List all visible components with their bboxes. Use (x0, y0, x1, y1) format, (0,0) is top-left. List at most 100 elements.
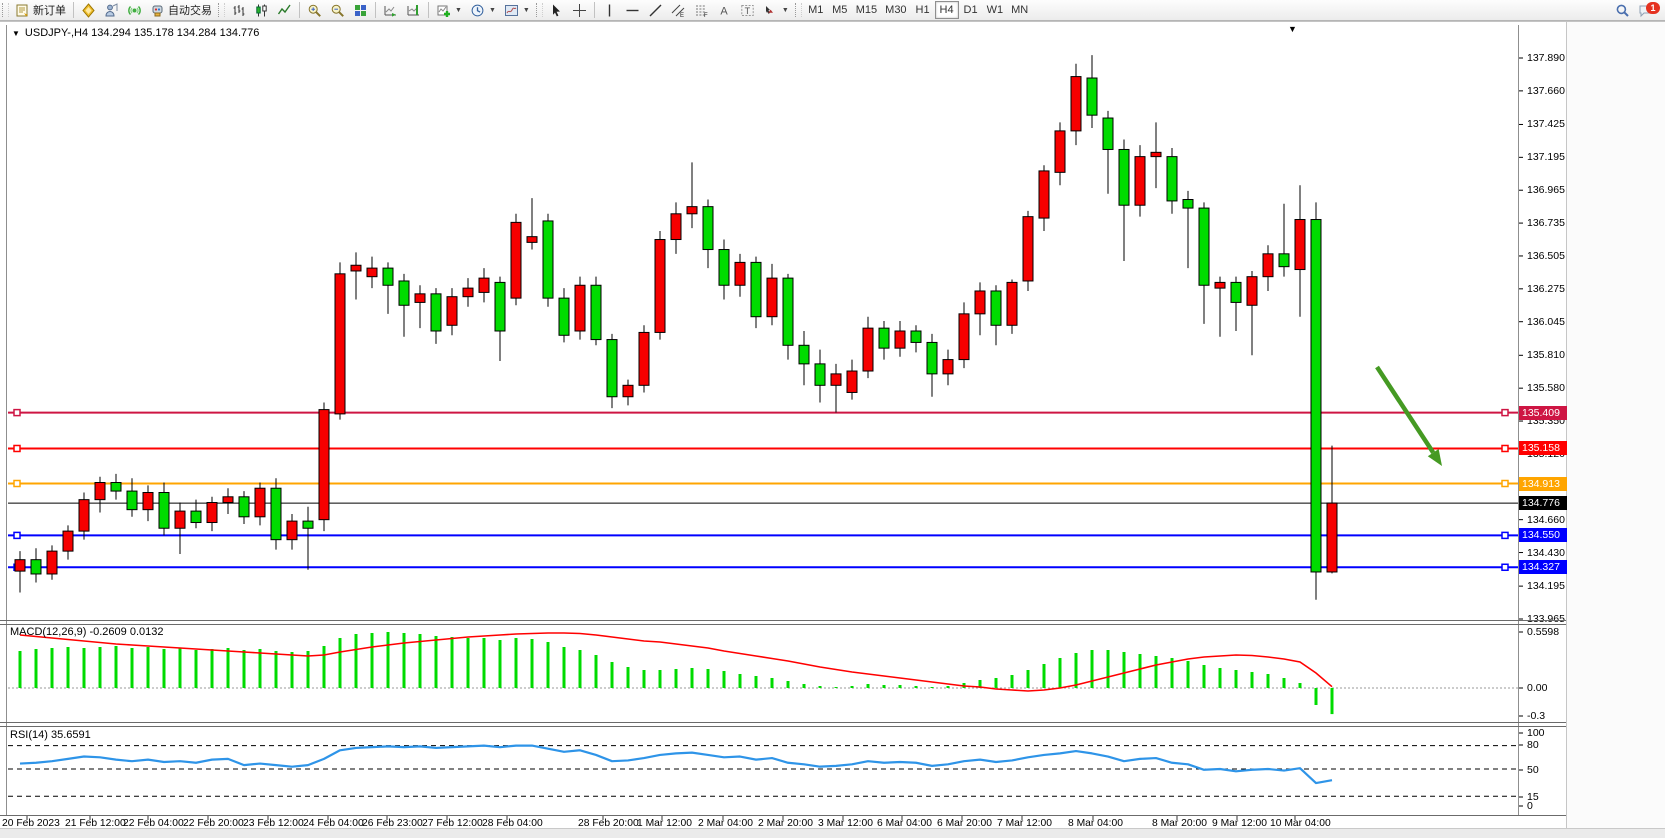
price-axis-label: 135.580 (1527, 382, 1565, 394)
candle (255, 488, 265, 517)
candle (159, 493, 169, 529)
line-handle[interactable] (1502, 481, 1508, 487)
chart-shift-marker-icon[interactable]: ▼ (1288, 24, 1297, 34)
line-handle[interactable] (1502, 410, 1508, 416)
candle (495, 282, 505, 331)
search-button[interactable] (1611, 1, 1634, 19)
line-handle[interactable] (1502, 564, 1508, 570)
tab-timeframe-H1[interactable]: H1 (911, 1, 935, 19)
text-tool-button[interactable]: A (713, 1, 736, 19)
indicators-icon (436, 3, 451, 18)
bar-chart-button[interactable] (227, 1, 250, 19)
candle (591, 285, 601, 339)
chart-shift-icon (406, 3, 421, 18)
pane-splitter[interactable] (0, 620, 1566, 621)
candlestick-button[interactable] (250, 1, 273, 19)
tab-timeframe-D1[interactable]: D1 (959, 1, 983, 19)
toolbar-separator (375, 2, 376, 18)
price-tag-134.327: 134.327 (1519, 560, 1567, 574)
candle (703, 207, 713, 250)
tab-timeframe-M1[interactable]: M1 (804, 1, 828, 19)
svg-text:F: F (704, 13, 708, 18)
window-divider (0, 21, 1665, 22)
candle (223, 497, 233, 503)
cursor-tool-button[interactable] (545, 1, 568, 19)
trendline-tool-button[interactable] (644, 1, 667, 19)
tab-timeframe-M15[interactable]: M15 (852, 1, 881, 19)
zoom-out-button[interactable] (326, 1, 349, 19)
new-order-button[interactable]: 新订单 (11, 1, 70, 19)
auto-trading-button[interactable]: 自动交易 (146, 1, 216, 19)
candle (239, 497, 249, 517)
price-axis-label: 136.505 (1527, 250, 1565, 262)
chevron-down-icon: ▼ (489, 7, 496, 14)
fibonacci-tool-button[interactable]: F (690, 1, 713, 19)
equidistant-channel-tool-button[interactable]: E (667, 1, 690, 19)
candle (511, 222, 521, 298)
candle (303, 521, 313, 528)
time-axis-label: 9 Mar 12:00 (1212, 818, 1267, 829)
candle (1151, 152, 1161, 156)
templates-icon (504, 3, 519, 18)
crosshair-tool-button[interactable] (568, 1, 591, 19)
candle (575, 285, 585, 331)
candle (719, 250, 729, 286)
line-handle[interactable] (1502, 445, 1508, 451)
time-axis-label: 6 Mar 20:00 (937, 818, 992, 829)
price-axis-label: 136.275 (1527, 283, 1565, 295)
arrows-tool-button[interactable]: ▼ (759, 1, 793, 19)
horizontal-line-tool-button[interactable] (621, 1, 644, 19)
candle (1215, 282, 1225, 288)
candle (783, 278, 793, 345)
time-axis-label: 8 Mar 20:00 (1152, 818, 1207, 829)
candle (559, 298, 569, 335)
price-axis-label: 135.810 (1527, 349, 1565, 361)
collapse-triangle-icon[interactable]: ▼ (12, 29, 20, 38)
line-handle[interactable] (1502, 532, 1508, 538)
market-watch-button[interactable] (100, 1, 123, 19)
periods-button[interactable]: ▼ (466, 1, 500, 19)
toolbar-separator (299, 2, 300, 18)
line-chart-button[interactable] (273, 1, 296, 19)
text-label-tool-button[interactable]: T (736, 1, 759, 19)
pane-splitter[interactable] (0, 726, 1566, 727)
pane-splitter[interactable] (0, 722, 1566, 723)
tab-timeframe-W1[interactable]: W1 (983, 1, 1008, 19)
candle (1055, 131, 1065, 172)
profiles-button[interactable] (77, 1, 100, 19)
tab-timeframe-MN[interactable]: MN (1007, 1, 1032, 19)
annotation-arrow-shaft[interactable] (1377, 367, 1433, 453)
text-label-icon: T (740, 3, 755, 18)
time-axis-label: 20 Feb 2023 (2, 818, 60, 829)
indicators-button[interactable]: ▼ (432, 1, 466, 19)
templates-button[interactable]: ▼ (500, 1, 534, 19)
vertical-line-tool-button[interactable] (598, 1, 621, 19)
auto-scroll-button[interactable] (379, 1, 402, 19)
chart-right-border (1518, 25, 1519, 815)
zoom-in-button[interactable] (303, 1, 326, 19)
toolbar-grip (218, 3, 225, 17)
signals-button[interactable] (123, 1, 146, 19)
time-axis-label: 8 Mar 04:00 (1068, 818, 1123, 829)
candle (831, 374, 841, 385)
chat-button[interactable]: 1 (1634, 1, 1657, 19)
line-handle[interactable] (14, 532, 20, 538)
line-handle[interactable] (14, 481, 20, 487)
candle (463, 288, 473, 297)
chart-shift-button[interactable] (402, 1, 425, 19)
tab-timeframe-M30[interactable]: M30 (881, 1, 910, 19)
candle (1311, 220, 1321, 572)
candle (1007, 282, 1017, 325)
pane-splitter[interactable] (0, 624, 1566, 625)
tab-timeframe-H4[interactable]: H4 (935, 1, 959, 19)
time-axis-label: 10 Mar 04:00 (1270, 818, 1331, 829)
chart-canvas[interactable] (0, 0, 1665, 838)
line-handle[interactable] (14, 445, 20, 451)
candle (943, 360, 953, 374)
line-handle[interactable] (14, 410, 20, 416)
fibonacci-icon: F (694, 3, 709, 18)
svg-text:A: A (720, 5, 728, 17)
tab-timeframe-M5[interactable]: M5 (828, 1, 852, 19)
tile-windows-button[interactable] (349, 1, 372, 19)
toolbar-grip (2, 3, 9, 17)
